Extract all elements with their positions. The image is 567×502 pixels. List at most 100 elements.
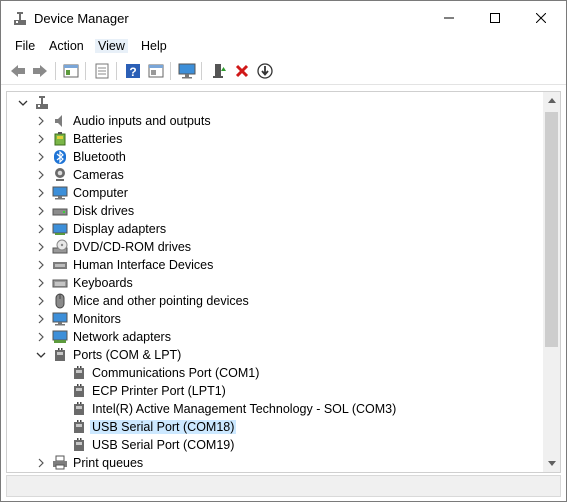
tree-category-dvd-cd-rom-drives[interactable]: DVD/CD-ROM drives xyxy=(7,238,542,256)
scroll-up-icon[interactable] xyxy=(543,92,560,109)
monitor-icon xyxy=(52,311,68,327)
device-manager-app-icon xyxy=(12,11,28,27)
tree-device-label: USB Serial Port (COM19) xyxy=(92,438,235,452)
tree-device-label: USB Serial Port (COM18) xyxy=(90,420,237,434)
tree-device-item[interactable]: Communications Port (COM1) xyxy=(7,364,542,382)
device-tree[interactable]: Audio inputs and outputs Batteries Bluetoo… xyxy=(6,91,561,473)
tree-category-label: Display adapters xyxy=(73,222,167,236)
chevron-right-icon[interactable] xyxy=(35,150,47,164)
tree-category-label: Cameras xyxy=(73,168,124,182)
view-pane-icon[interactable] xyxy=(147,62,165,80)
close-button[interactable] xyxy=(518,1,564,35)
toolbar-separator xyxy=(85,62,86,80)
chevron-right-icon[interactable] xyxy=(35,456,47,470)
menu-view[interactable]: View xyxy=(95,39,128,53)
tree-category-computer[interactable]: Computer xyxy=(7,184,542,202)
tree-category-label: Audio inputs and outputs xyxy=(73,114,211,128)
port-device-icon xyxy=(71,437,87,453)
tree-category-print-queues[interactable]: Print queues xyxy=(7,454,542,472)
download-icon[interactable] xyxy=(256,62,274,80)
chevron-right-icon[interactable] xyxy=(35,222,47,236)
tree-category-cameras[interactable]: Cameras xyxy=(7,166,542,184)
chevron-down-icon[interactable] xyxy=(35,348,47,362)
dvd-icon xyxy=(52,239,68,255)
svg-text:?: ? xyxy=(129,65,136,79)
tree-category-label: Bluetooth xyxy=(73,150,126,164)
tree-category-network-adapters[interactable]: Network adapters xyxy=(7,328,542,346)
port-device-icon xyxy=(71,365,87,381)
tree-category-keyboards[interactable]: Keyboards xyxy=(7,274,542,292)
chevron-right-icon[interactable] xyxy=(35,240,47,254)
properties-grid-icon[interactable] xyxy=(62,62,80,80)
tree-category-audio-inputs-and-outputs[interactable]: Audio inputs and outputs xyxy=(7,112,542,130)
device-manager-window: Device Manager File Action View Help ? A… xyxy=(0,0,567,502)
tree-category-human-interface-devices[interactable]: Human Interface Devices xyxy=(7,256,542,274)
back-icon[interactable] xyxy=(9,62,27,80)
tree-category-batteries[interactable]: Batteries xyxy=(7,130,542,148)
tree-category-label: Print queues xyxy=(73,456,144,470)
chevron-right-icon[interactable] xyxy=(35,204,47,218)
tree-category-ports-com-lpt[interactable]: Ports (COM & LPT) xyxy=(7,346,542,364)
tree-category-label: DVD/CD-ROM drives xyxy=(73,240,192,254)
tree-category-label: Computer xyxy=(73,186,128,200)
computer-icon xyxy=(52,185,68,201)
tree-device-item[interactable]: USB Serial Port (COM18) xyxy=(7,418,542,436)
display-adapter-icon xyxy=(52,221,68,237)
chevron-right-icon[interactable] xyxy=(35,258,47,272)
list-icon[interactable] xyxy=(93,62,111,80)
vertical-scrollbar[interactable] xyxy=(543,92,560,472)
port-device-icon xyxy=(71,383,87,399)
chevron-right-icon[interactable] xyxy=(35,132,47,146)
tree-category-display-adapters[interactable]: Display adapters xyxy=(7,220,542,238)
forward-icon[interactable] xyxy=(31,62,49,80)
port-device-icon xyxy=(71,401,87,417)
network-icon xyxy=(52,329,68,345)
printer-icon xyxy=(52,455,68,471)
maximize-button[interactable] xyxy=(472,1,518,35)
menu-action[interactable]: Action xyxy=(49,39,84,53)
tree-device-item[interactable]: USB Serial Port (COM19) xyxy=(7,436,542,454)
chevron-right-icon[interactable] xyxy=(35,294,47,308)
battery-icon xyxy=(52,131,68,147)
toolbar-separator xyxy=(170,62,171,80)
chevron-right-icon[interactable] xyxy=(35,312,47,326)
bluetooth-icon xyxy=(52,149,68,165)
chevron-down-icon[interactable] xyxy=(17,96,29,110)
tree-category-disk-drives[interactable]: Disk drives xyxy=(7,202,542,220)
chevron-right-icon[interactable] xyxy=(35,114,47,128)
speaker-icon xyxy=(52,113,68,129)
scroll-down-icon[interactable] xyxy=(543,455,560,472)
camera-icon xyxy=(52,167,68,183)
mouse-icon xyxy=(52,293,68,309)
minimize-button[interactable] xyxy=(426,1,472,35)
menu-bar: File Action View Help xyxy=(1,36,566,57)
computer-root-icon xyxy=(34,95,50,111)
tree-device-label: Communications Port (COM1) xyxy=(92,366,260,380)
tree-category-bluetooth[interactable]: Bluetooth xyxy=(7,148,542,166)
tree-category-monitors[interactable]: Monitors xyxy=(7,310,542,328)
monitor-scan-icon[interactable] xyxy=(178,62,196,80)
toolbar-separator xyxy=(55,62,56,80)
menu-help[interactable]: Help xyxy=(141,39,167,53)
tree-category-label: Network adapters xyxy=(73,330,171,344)
uninstall-icon[interactable] xyxy=(233,62,251,80)
chevron-right-icon[interactable] xyxy=(35,276,47,290)
menu-file[interactable]: File xyxy=(15,39,35,53)
tree-category-label: Keyboards xyxy=(73,276,133,290)
keyboard-icon xyxy=(52,275,68,291)
help-icon[interactable]: ? xyxy=(124,62,142,80)
tree-category-label: Mice and other pointing devices xyxy=(73,294,249,308)
title-bar[interactable]: Device Manager xyxy=(1,1,566,35)
tree-device-item[interactable]: Intel(R) Active Management Technology - … xyxy=(7,400,542,418)
chevron-right-icon[interactable] xyxy=(35,168,47,182)
tree-category-label: Disk drives xyxy=(73,204,135,218)
tree-category-mice-and-other-pointing-devices[interactable]: Mice and other pointing devices xyxy=(7,292,542,310)
chevron-right-icon[interactable] xyxy=(35,186,47,200)
tree-root[interactable] xyxy=(7,94,542,112)
update-driver-icon[interactable] xyxy=(210,62,228,80)
tree-device-item[interactable]: ECP Printer Port (LPT1) xyxy=(7,382,542,400)
tree-category-label: Batteries xyxy=(73,132,123,146)
scrollbar-thumb[interactable] xyxy=(545,112,558,347)
chevron-right-icon[interactable] xyxy=(35,330,47,344)
tree-device-label: ECP Printer Port (LPT1) xyxy=(92,384,226,398)
